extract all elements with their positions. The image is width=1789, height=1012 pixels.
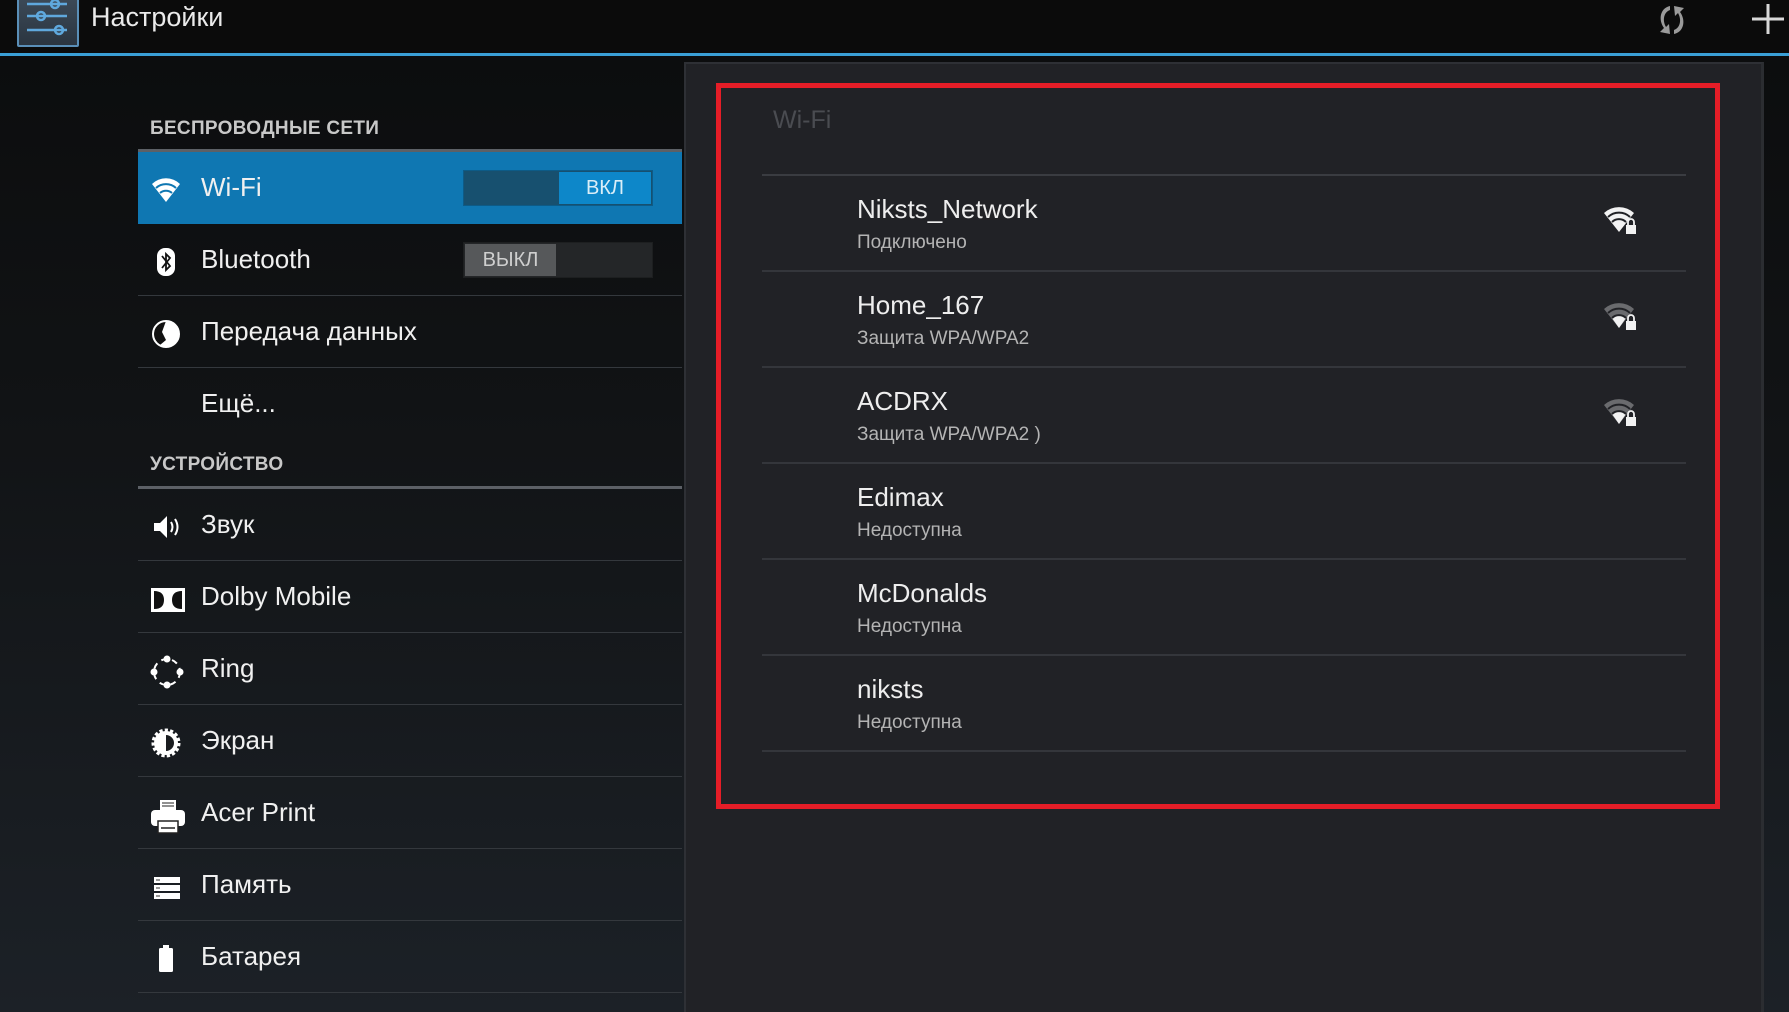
app-title: Настройки (91, 2, 224, 32)
bluetooth-toggle[interactable]: ВЫКЛ (463, 242, 653, 278)
data-usage-icon (150, 318, 182, 350)
row-divider (138, 992, 682, 993)
add-icon[interactable] (1748, 0, 1788, 40)
wifi-toggle[interactable]: ВКЛ (463, 170, 653, 206)
settings-item-dolby[interactable]: Dolby Mobile (138, 561, 682, 633)
dolby-icon (150, 583, 185, 615)
settings-item-data-usage[interactable]: Передача данных (138, 296, 682, 368)
settings-item-label: Экран (201, 725, 275, 755)
settings-item-storage[interactable]: Память (138, 849, 682, 921)
storage-icon (150, 871, 182, 903)
settings-item-display[interactable]: Экран (138, 705, 682, 777)
settings-item-label: Звук (201, 509, 255, 539)
toggle-state-label: ВКЛ (559, 172, 651, 204)
battery-icon (150, 943, 182, 975)
settings-item-label: Ещё... (201, 388, 276, 418)
settings-item-label: Батарея (201, 941, 302, 971)
settings-item-wifi[interactable]: Wi-Fi ВКЛ (138, 152, 682, 224)
wifi-icon (150, 174, 182, 206)
printer-icon (150, 799, 185, 834)
settings-item-sound[interactable]: Звук (138, 489, 682, 561)
ring-icon (150, 655, 184, 689)
settings-item-label: Dolby Mobile (201, 581, 352, 611)
sound-icon (150, 511, 182, 543)
settings-item-label: Wi-Fi (201, 172, 262, 202)
sync-icon[interactable] (1652, 2, 1692, 38)
settings-item-acer-print[interactable]: Acer Print (138, 777, 682, 849)
section-header-wireless: БЕСПРОВОДНЫЕ СЕТИ (150, 118, 380, 139)
highlight-annotation-box (716, 83, 1720, 809)
settings-item-more[interactable]: Ещё... (138, 368, 682, 432)
section-header-device: УСТРОЙСТВО (150, 454, 284, 475)
settings-item-ring[interactable]: Ring (138, 633, 682, 705)
settings-item-bluetooth[interactable]: Bluetooth ВЫКЛ (138, 224, 682, 296)
settings-item-label: Ring (201, 653, 255, 683)
settings-app-icon[interactable] (17, 0, 79, 47)
settings-list: БЕСПРОВОДНЫЕ СЕТИ Wi-Fi ВКЛ Bluetooth ВЫ… (138, 56, 682, 1012)
bluetooth-icon (150, 246, 182, 278)
display-icon (150, 727, 182, 759)
settings-item-label: Bluetooth (201, 244, 311, 274)
toggle-state-label: ВЫКЛ (465, 244, 556, 276)
settings-item-label: Acer Print (201, 797, 316, 827)
action-bar: Настройки (0, 0, 1789, 53)
settings-item-label: Память (201, 869, 292, 899)
settings-item-label: Передача данных (201, 316, 417, 346)
settings-item-battery[interactable]: Батарея (138, 921, 682, 993)
